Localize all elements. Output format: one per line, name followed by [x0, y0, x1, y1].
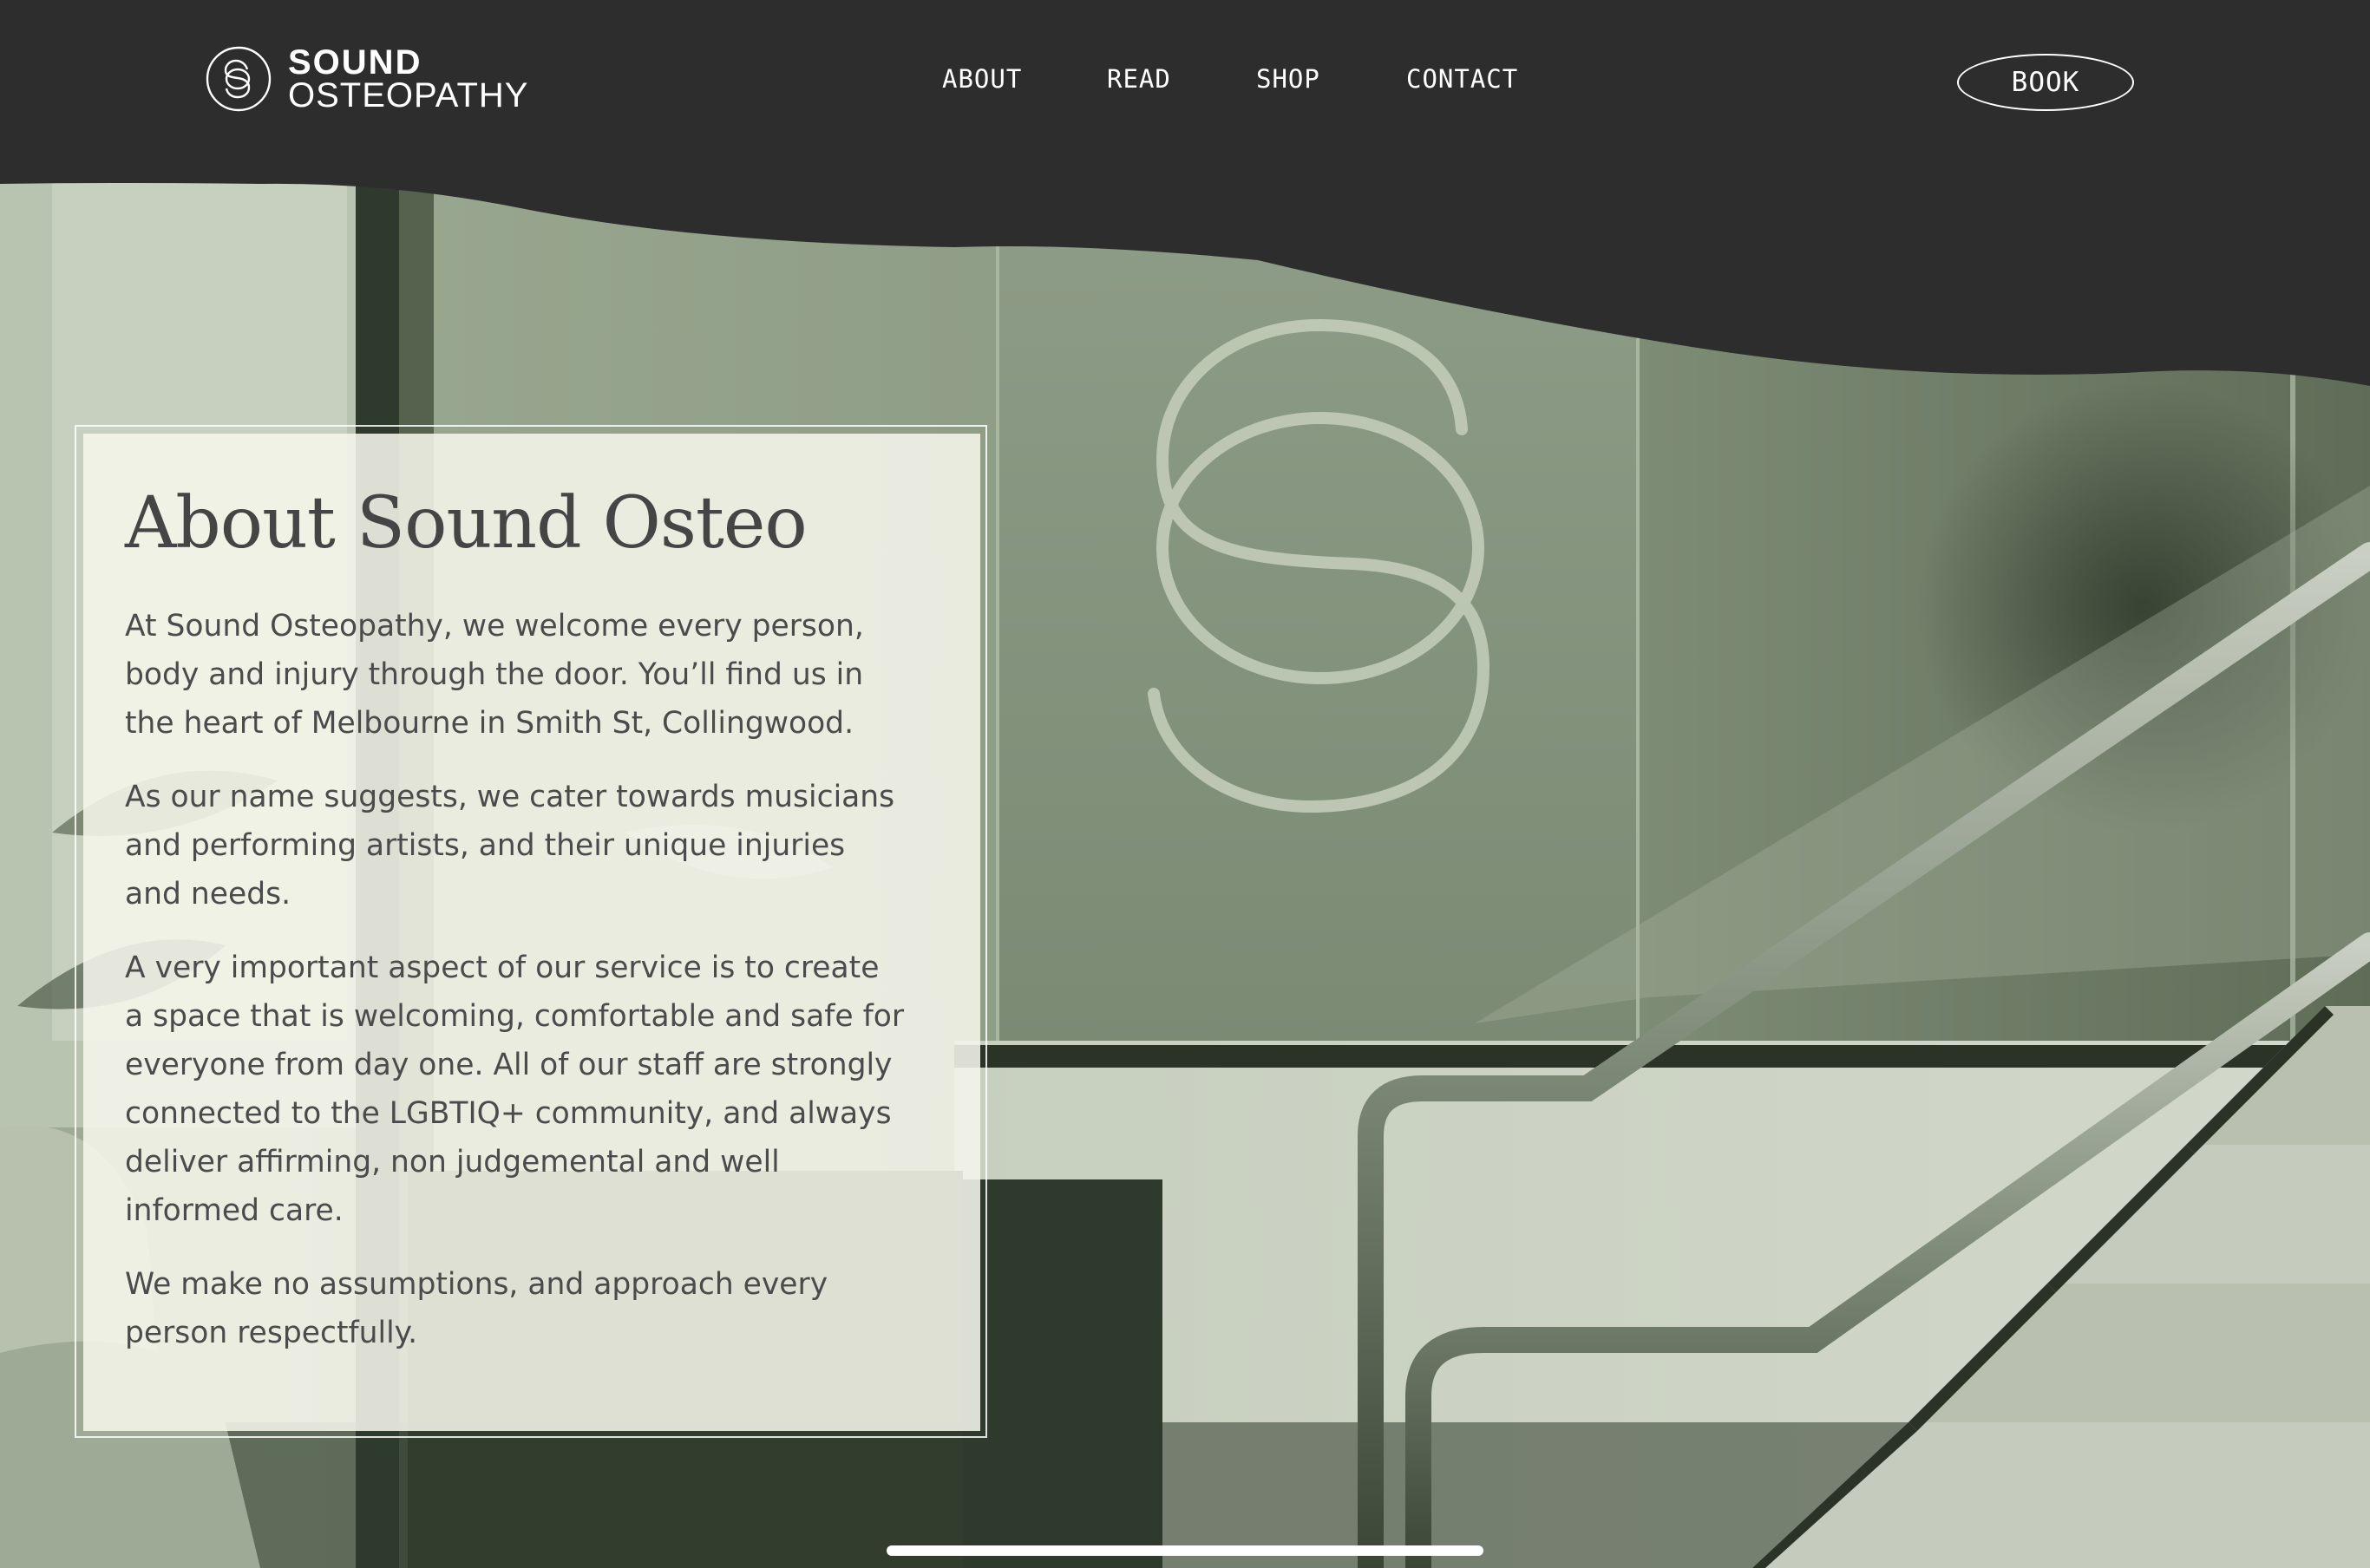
about-paragraph: At Sound Osteopathy, we welcome every pe…: [125, 609, 864, 741]
nav-link-about[interactable]: ABOUT: [942, 64, 1022, 94]
book-button[interactable]: BOOK: [1957, 54, 2134, 111]
about-paragraph: We make no assumptions, and approach eve…: [125, 1267, 828, 1350]
about-title: About Sound Osteo: [125, 482, 808, 565]
about-card: About Sound Osteo At Sound Osteopathy, w…: [83, 434, 980, 1431]
nav-link-contact[interactable]: CONTACT: [1406, 64, 1518, 94]
nav-link-read[interactable]: READ: [1107, 64, 1171, 94]
about-paragraph: A very important aspect of our service i…: [125, 951, 905, 1228]
about-paragraph: As our name suggests, we cater towards m…: [125, 780, 895, 911]
nav-link-shop[interactable]: SHOP: [1256, 64, 1320, 94]
home-indicator-bar[interactable]: [887, 1545, 1483, 1556]
